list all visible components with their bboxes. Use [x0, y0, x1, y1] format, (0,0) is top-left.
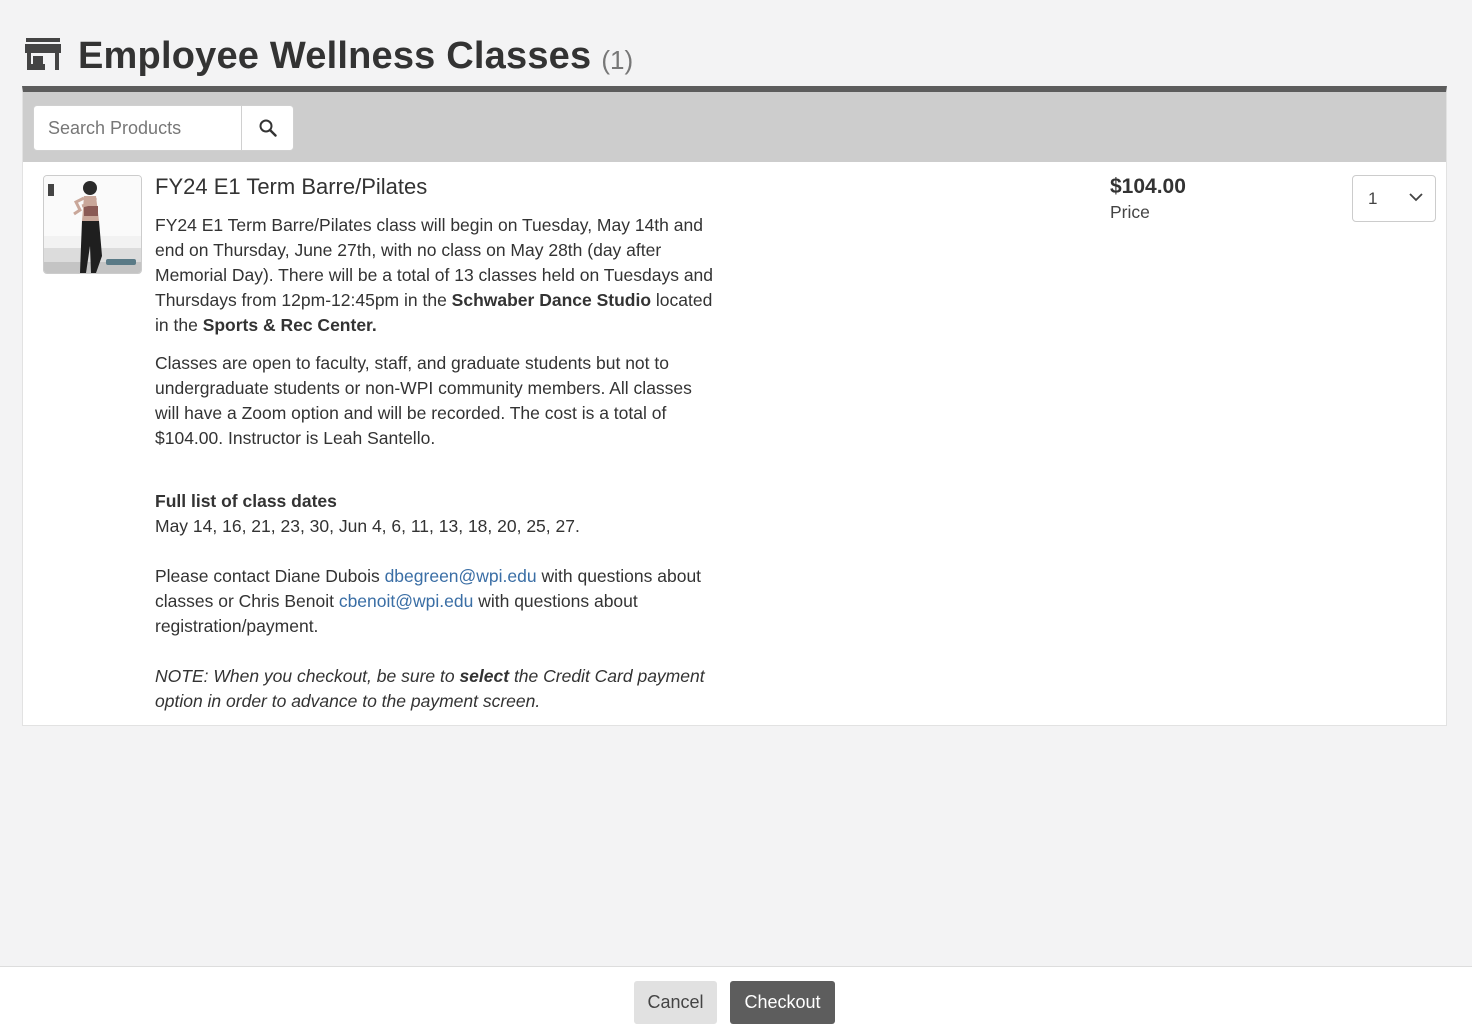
- description-paragraph: FY24 E1 Term Barre/Pilates class will be…: [155, 213, 715, 338]
- contact-text: Please contact Diane Dubois: [155, 566, 385, 586]
- page-title: Employee Wellness Classes: [78, 34, 592, 77]
- product-details: FY24 E1 Term Barre/Pilates FY24 E1 Term …: [155, 174, 715, 714]
- search-icon: [259, 119, 277, 137]
- product-panel: FY24 E1 Term Barre/Pilates FY24 E1 Term …: [22, 86, 1447, 726]
- product-title: FY24 E1 Term Barre/Pilates: [155, 174, 428, 199]
- footer-bar: Cancel Checkout: [0, 966, 1472, 1035]
- checkout-note: NOTE: When you checkout, be sure to sele…: [155, 664, 715, 714]
- checkout-button[interactable]: Checkout: [730, 981, 835, 1024]
- price-amount: $104.00: [1110, 175, 1186, 198]
- email-link-chris[interactable]: cbenoit@wpi.edu: [339, 591, 474, 611]
- location-studio: Schwaber Dance Studio: [451, 290, 652, 310]
- cancel-button[interactable]: Cancel: [634, 981, 717, 1024]
- price-label: Price: [1110, 202, 1150, 222]
- email-link-diane[interactable]: dbegreen@wpi.edu: [385, 566, 537, 586]
- page-header: Employee Wellness Classes (1): [24, 32, 633, 80]
- product-image: [44, 176, 141, 273]
- note-text: NOTE: When you checkout, be sure to: [155, 666, 460, 686]
- contact-paragraph: Please contact Diane Dubois dbegreen@wpi…: [155, 564, 715, 639]
- product-count: (1): [601, 44, 634, 75]
- eligibility-paragraph: Classes are open to faculty, staff, and …: [155, 353, 692, 448]
- product-thumbnail[interactable]: [43, 175, 142, 274]
- dates-heading: Full list of class dates: [155, 491, 337, 511]
- quantity-value: 1: [1368, 188, 1378, 208]
- note-emphasis: select: [459, 666, 510, 686]
- dates-list: May 14, 16, 21, 23, 30, Jun 4, 6, 11, 13…: [155, 516, 580, 536]
- product-row: FY24 E1 Term Barre/Pilates FY24 E1 Term …: [23, 162, 1446, 711]
- quantity-select[interactable]: 1: [1352, 175, 1436, 222]
- store-icon: [25, 38, 61, 70]
- search-button[interactable]: [241, 105, 294, 151]
- chevron-down-icon: [1409, 193, 1423, 202]
- product-description: FY24 E1 Term Barre/Pilates class will be…: [155, 213, 715, 714]
- search-input[interactable]: [33, 105, 242, 151]
- search-bar: [23, 92, 1446, 162]
- location-center: Sports & Rec Center.: [202, 315, 377, 335]
- price-block: $104.00 Price: [1110, 174, 1186, 224]
